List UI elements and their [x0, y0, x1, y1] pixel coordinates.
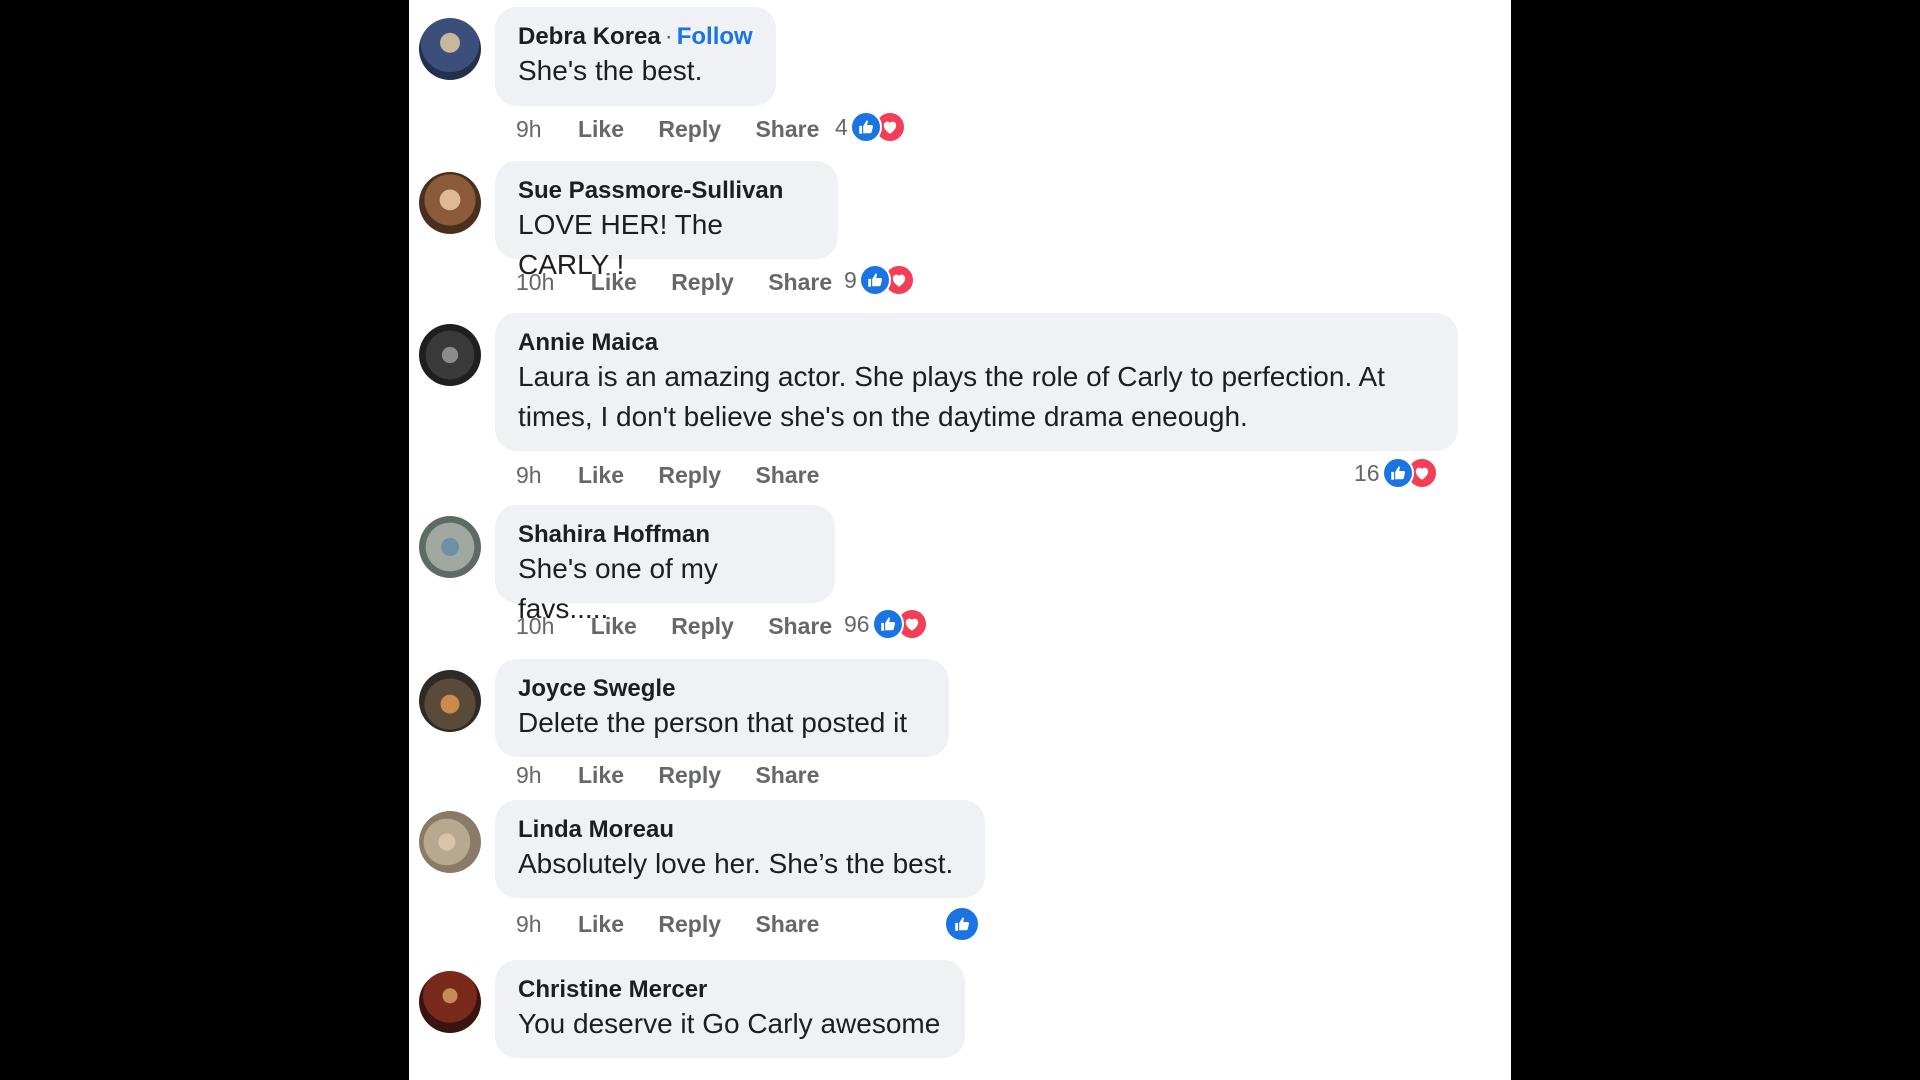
comment-author[interactable]: Shahira Hoffman: [518, 521, 710, 548]
reaction-summary[interactable]: [944, 906, 980, 942]
comment-actions: 9h Like Reply Share: [516, 116, 847, 143]
like-button[interactable]: Like: [591, 613, 637, 639]
like-button[interactable]: Like: [578, 462, 624, 488]
reaction-count: 4: [835, 113, 848, 140]
comment-actions: 9h Like Reply Share: [516, 462, 847, 489]
avatar[interactable]: [419, 516, 481, 578]
avatar[interactable]: [419, 811, 481, 873]
comment-bubble: Annie Maica Laura is an amazing actor. S…: [495, 313, 1458, 451]
like-icon: [858, 264, 891, 296]
comment-time[interactable]: 9h: [516, 462, 542, 488]
comment-bubble: Debra Korea · Follow She's the best.: [495, 7, 776, 106]
avatar[interactable]: [419, 172, 481, 234]
reaction-count: 9: [844, 266, 857, 293]
reaction-count: 16: [1354, 459, 1380, 486]
like-icon: [871, 608, 904, 640]
share-button[interactable]: Share: [755, 462, 819, 488]
comment-text: Delete the person that posted it: [518, 707, 908, 738]
follow-button[interactable]: Follow: [677, 23, 753, 50]
share-button[interactable]: Share: [768, 269, 832, 295]
like-button[interactable]: Like: [578, 762, 624, 788]
avatar[interactable]: [419, 18, 481, 80]
comment-text: Laura is an amazing actor. She plays the…: [518, 361, 1385, 432]
comment-author[interactable]: Christine Mercer: [518, 976, 707, 1003]
like-icon: [849, 111, 882, 143]
share-button[interactable]: Share: [768, 613, 832, 639]
comment-time[interactable]: 9h: [516, 762, 542, 788]
comment-time[interactable]: 10h: [516, 269, 554, 295]
comment-bubble: Shahira Hoffman She's one of my favs....…: [495, 505, 835, 624]
share-button[interactable]: Share: [755, 116, 819, 142]
comment-time[interactable]: 9h: [516, 116, 542, 142]
like-button[interactable]: Like: [591, 269, 637, 295]
reaction-summary[interactable]: 4: [835, 111, 906, 143]
comment-text: She's the best.: [518, 55, 703, 86]
comment-text: You deserve it Go Carly awesome: [518, 1008, 941, 1039]
comment-text: Absolutely love her. She’s the best.: [518, 848, 954, 879]
comment-author[interactable]: Annie Maica: [518, 329, 658, 356]
comment-bubble: Joyce Swegle Delete the person that post…: [495, 659, 949, 757]
comment-author[interactable]: Joyce Swegle: [518, 675, 675, 702]
reaction-count: 96: [844, 610, 870, 637]
avatar[interactable]: [419, 670, 481, 732]
like-button[interactable]: Like: [578, 911, 624, 937]
avatar[interactable]: [419, 324, 481, 386]
reply-button[interactable]: Reply: [658, 116, 721, 142]
comment-author[interactable]: Linda Moreau: [518, 816, 674, 843]
comment-time[interactable]: 10h: [516, 613, 554, 639]
reply-button[interactable]: Reply: [658, 762, 721, 788]
avatar[interactable]: [419, 971, 481, 1033]
like-button[interactable]: Like: [578, 116, 624, 142]
comment-actions: 9h Like Reply Share: [516, 911, 847, 938]
comment-actions: 9h Like Reply Share: [516, 762, 847, 789]
reply-button[interactable]: Reply: [671, 269, 734, 295]
reaction-summary[interactable]: 16: [1354, 457, 1438, 489]
reaction-summary[interactable]: 96: [844, 608, 928, 640]
like-icon: [944, 906, 980, 942]
comment-actions: 10h Like Reply Share: [516, 613, 860, 640]
comments-panel: Debra Korea · Follow She's the best. 9h Li…: [409, 0, 1511, 1080]
comment-bubble: Linda Moreau Absolutely love her. She’s …: [495, 800, 985, 898]
reply-button[interactable]: Reply: [658, 462, 721, 488]
comment-actions: 10h Like Reply Share: [516, 269, 860, 296]
comment-bubble: Christine Mercer You deserve it Go Carly…: [495, 960, 965, 1058]
share-button[interactable]: Share: [755, 911, 819, 937]
reaction-summary[interactable]: 9: [844, 264, 915, 296]
like-icon: [1381, 457, 1414, 489]
separator-dot: ·: [664, 23, 673, 50]
comment-author[interactable]: Debra Korea: [518, 23, 661, 50]
share-button[interactable]: Share: [755, 762, 819, 788]
reply-button[interactable]: Reply: [658, 911, 721, 937]
reply-button[interactable]: Reply: [671, 613, 734, 639]
comment-bubble: Sue Passmore-Sullivan LOVE HER! The CARL…: [495, 161, 838, 280]
comment-time[interactable]: 9h: [516, 911, 542, 937]
comment-author[interactable]: Sue Passmore-Sullivan: [518, 177, 783, 204]
